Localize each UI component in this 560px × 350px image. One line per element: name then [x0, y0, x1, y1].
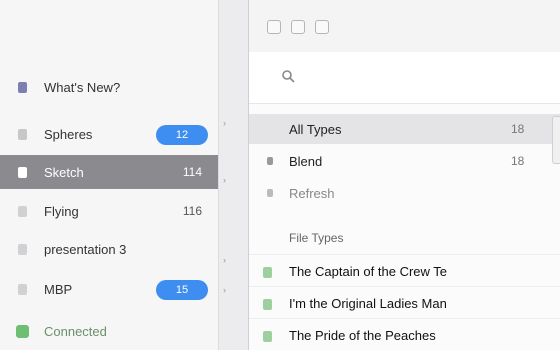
scroll-handle[interactable] — [552, 116, 560, 164]
sidebar-item-flying[interactable]: Flying 116 — [0, 194, 218, 228]
folder-icon — [18, 205, 27, 217]
list-item-label: The Captain of the Crew Te — [289, 264, 448, 279]
list-item-label: The Pride of the Peaches — [289, 328, 436, 343]
connected-icon — [16, 324, 29, 338]
filter-refresh[interactable]: Refresh — [249, 178, 560, 208]
bullet-icon — [267, 189, 273, 197]
filter-label: Blend — [289, 154, 323, 169]
folder-icon — [18, 243, 27, 255]
filter-count: 18 — [511, 122, 525, 136]
file-icon — [263, 267, 272, 278]
chevron-icon: › — [223, 175, 226, 185]
file-icon — [263, 299, 272, 310]
filter-label: Refresh — [289, 186, 335, 201]
count-badge: 15 — [156, 280, 208, 300]
sidebar-item-presentation[interactable]: presentation 3 — [0, 232, 218, 266]
file-icon — [263, 331, 272, 342]
chevron-icon: › — [223, 118, 226, 128]
search-bar[interactable] — [249, 52, 560, 104]
sidebar-item-label: What's New? — [44, 79, 121, 95]
filter-blend[interactable]: Blend 18 — [249, 146, 560, 176]
list-item[interactable]: The Captain of the Crew Te — [249, 254, 560, 288]
item-count: 114 — [182, 165, 202, 179]
sidebar: What's New? Spheres 12 Sketch 114 Flying… — [0, 0, 218, 350]
connected-label: Connected — [44, 323, 107, 339]
folder-icon — [18, 283, 27, 295]
sidebar-item-whats-new[interactable]: What's New? — [0, 70, 218, 104]
search-icon — [282, 70, 295, 83]
window-button-icon[interactable] — [315, 20, 329, 34]
list-item[interactable]: I'm the Original Ladies Man — [249, 286, 560, 320]
chevron-icon: › — [223, 285, 226, 295]
sidebar-item-label: MBP — [44, 281, 73, 297]
list-item-label: I'm the Original Ladies Man — [289, 296, 447, 311]
item-count: 116 — [182, 204, 202, 218]
column-divider[interactable]: › › › › — [218, 0, 248, 350]
filter-count: 18 — [511, 154, 525, 168]
sidebar-item-mbp[interactable]: MBP 15 — [0, 272, 218, 306]
sidebar-item-label: Sketch — [44, 164, 84, 180]
window-button-icon[interactable] — [291, 20, 305, 34]
sidebar-item-label: Flying — [44, 203, 79, 219]
sidebar-item-sketch[interactable]: Sketch 114 — [0, 155, 218, 189]
window-titlebar — [249, 0, 560, 52]
window-button-icon[interactable] — [267, 20, 281, 34]
folder-icon — [18, 128, 27, 140]
bullet-icon — [267, 157, 273, 165]
count-badge: 12 — [156, 125, 208, 145]
sidebar-item-label: Spheres — [44, 126, 93, 142]
sidebar-item-label: presentation 3 — [44, 241, 127, 257]
filter-label: All Types — [289, 122, 342, 137]
connected-status: Connected — [0, 314, 218, 348]
document-icon — [18, 81, 27, 93]
main-pane: All Types 18 Blend 18 Refresh File Types… — [248, 0, 560, 350]
chevron-icon: › — [223, 255, 226, 265]
filter-all-types[interactable]: All Types 18 — [249, 114, 560, 144]
section-title: File Types — [289, 231, 344, 245]
folder-icon — [18, 166, 27, 178]
list-item[interactable]: The Pride of the Peaches — [249, 318, 560, 350]
sidebar-item-spheres[interactable]: Spheres 12 — [0, 117, 218, 151]
